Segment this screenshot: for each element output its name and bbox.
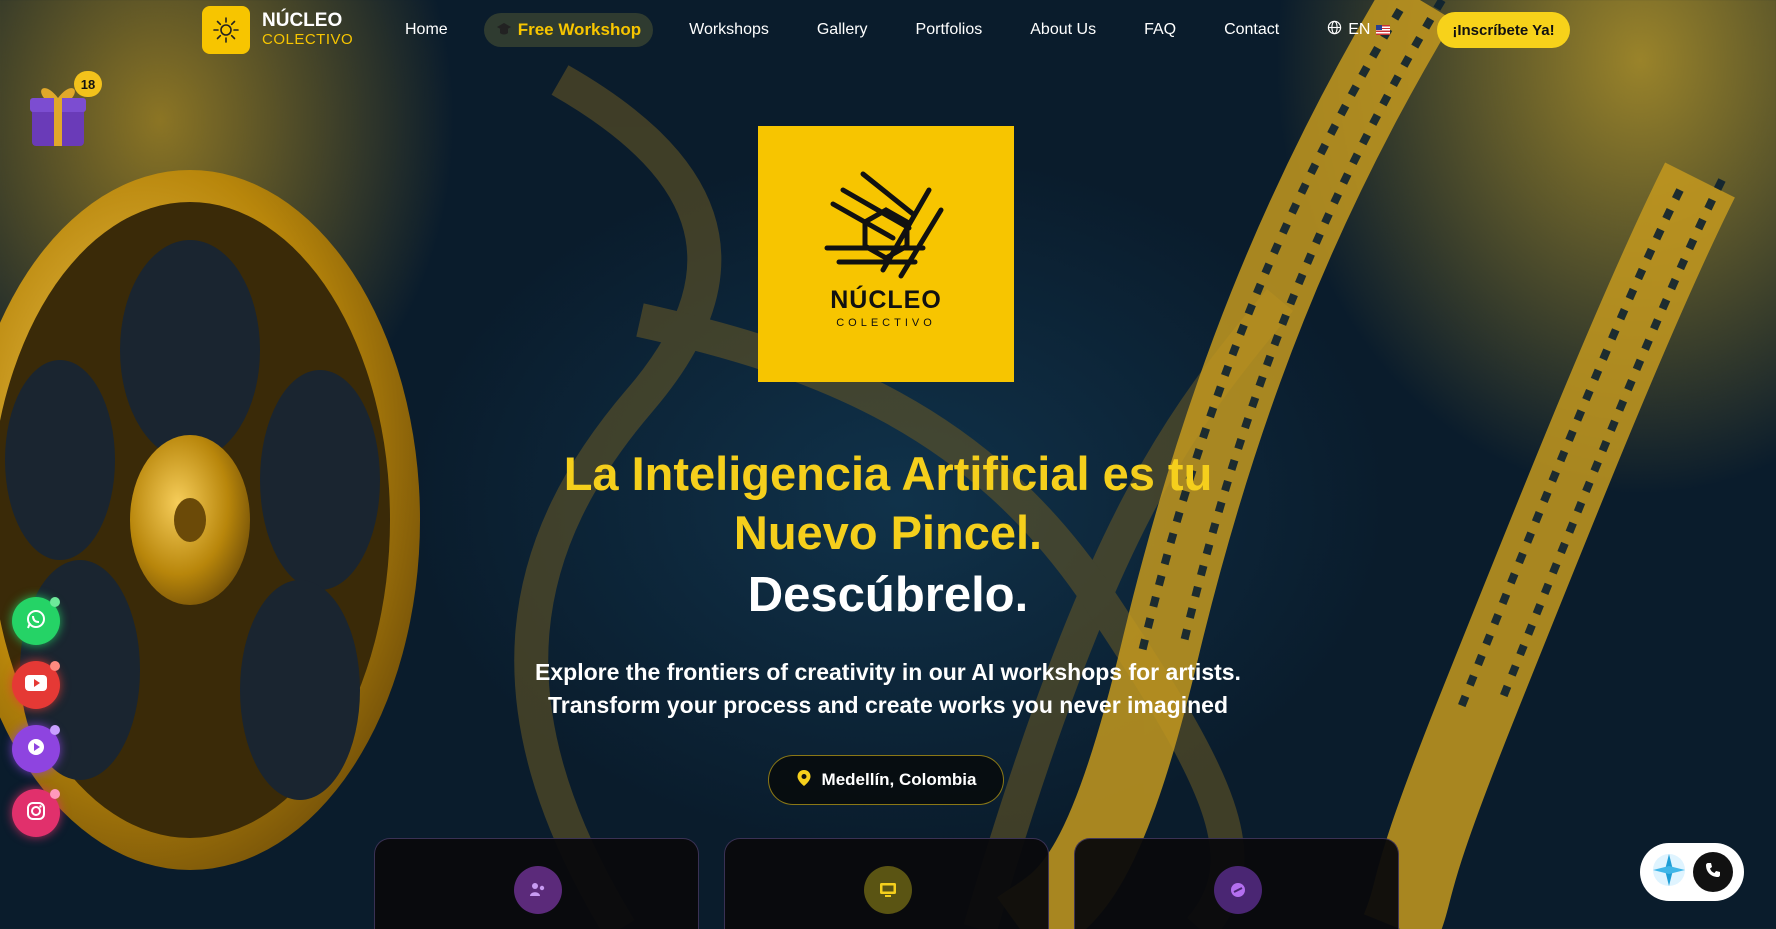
notification-dot — [50, 789, 60, 799]
whatsapp-button[interactable] — [12, 597, 60, 645]
nav-free-workshop[interactable]: Free Workshop — [483, 13, 654, 47]
location-badge[interactable]: Medellín, Colombia — [768, 755, 1004, 805]
nucleo-emblem-icon — [824, 171, 944, 279]
brand-subtitle: COLECTIVO — [262, 31, 354, 49]
nav-free-workshop-label: Free Workshop — [517, 20, 642, 39]
brand-name: NÚCLEO — [262, 10, 343, 32]
notification-dot — [50, 725, 60, 735]
whatsapp-icon — [24, 607, 48, 635]
nav-contact[interactable]: Contact — [1224, 13, 1279, 47]
feature-card[interactable] — [724, 838, 1049, 929]
map-pin-icon — [796, 769, 812, 792]
location-text: Medellín, Colombia — [821, 770, 977, 789]
gift-count-badge: 18 — [74, 71, 102, 97]
nav-portfolios[interactable]: Portfolios — [916, 13, 983, 47]
phone-icon — [1704, 861, 1722, 883]
nav-home[interactable]: Home — [405, 13, 448, 47]
hero-description: Explore the frontiers of creativity in o… — [440, 656, 1336, 722]
top-navigation: NÚCLEO COLECTIVO Home Free Workshop Work… — [0, 0, 1776, 60]
video-button[interactable] — [12, 725, 60, 773]
nav-faq[interactable]: FAQ — [1144, 13, 1176, 47]
enroll-button[interactable]: ¡Inscríbete Ya! — [1437, 12, 1570, 48]
us-flag-icon — [1376, 25, 1391, 35]
instagram-icon — [26, 801, 46, 825]
language-switcher[interactable]: EN — [1327, 20, 1391, 40]
nav-workshops[interactable]: Workshops — [689, 13, 769, 47]
nav-about[interactable]: About Us — [1030, 13, 1096, 47]
instagram-button[interactable] — [12, 789, 60, 837]
youtube-icon — [25, 675, 47, 695]
people-icon — [514, 866, 562, 914]
globe-icon — [1327, 20, 1342, 40]
feature-card[interactable] — [374, 838, 699, 929]
contact-widget[interactable] — [1640, 843, 1744, 901]
language-code: EN — [1348, 21, 1371, 38]
hero-description-line2: Transform your process and create works … — [547, 692, 1229, 718]
chat-bot-icon[interactable] — [1651, 852, 1687, 892]
hero-description-line1: Explore the frontiers of creativity in o… — [535, 659, 1241, 685]
feature-cards — [374, 838, 1399, 929]
hero-logo-subtitle: COLECTIVO — [836, 317, 936, 329]
nav-links: Home Free Workshop Workshops Gallery Por… — [380, 13, 1391, 47]
hero-logo-title: NÚCLEO — [830, 286, 942, 314]
graduation-cap-icon — [496, 21, 512, 40]
feature-card[interactable] — [1074, 838, 1399, 929]
monitor-icon — [864, 866, 912, 914]
hero-headline: La Inteligencia Artificial es tu Nuevo P… — [440, 444, 1336, 562]
hero-subheadline: Descúbrelo. — [747, 568, 1029, 622]
brand-logo[interactable]: NÚCLEO COLECTIVO — [202, 6, 353, 54]
hero-logo: NÚCLEO COLECTIVO — [758, 126, 1014, 382]
sun-icon — [202, 6, 250, 54]
play-icon — [26, 737, 46, 761]
phone-call-button[interactable] — [1693, 852, 1733, 892]
hero-headline-line2: Nuevo Pincel. — [733, 506, 1043, 559]
hero-headline-line1: La Inteligencia Artificial es tu — [563, 447, 1213, 500]
youtube-button[interactable] — [12, 661, 60, 709]
notification-dot — [50, 661, 60, 671]
nav-gallery[interactable]: Gallery — [817, 13, 868, 47]
palette-icon — [1214, 866, 1262, 914]
notification-dot — [50, 597, 60, 607]
